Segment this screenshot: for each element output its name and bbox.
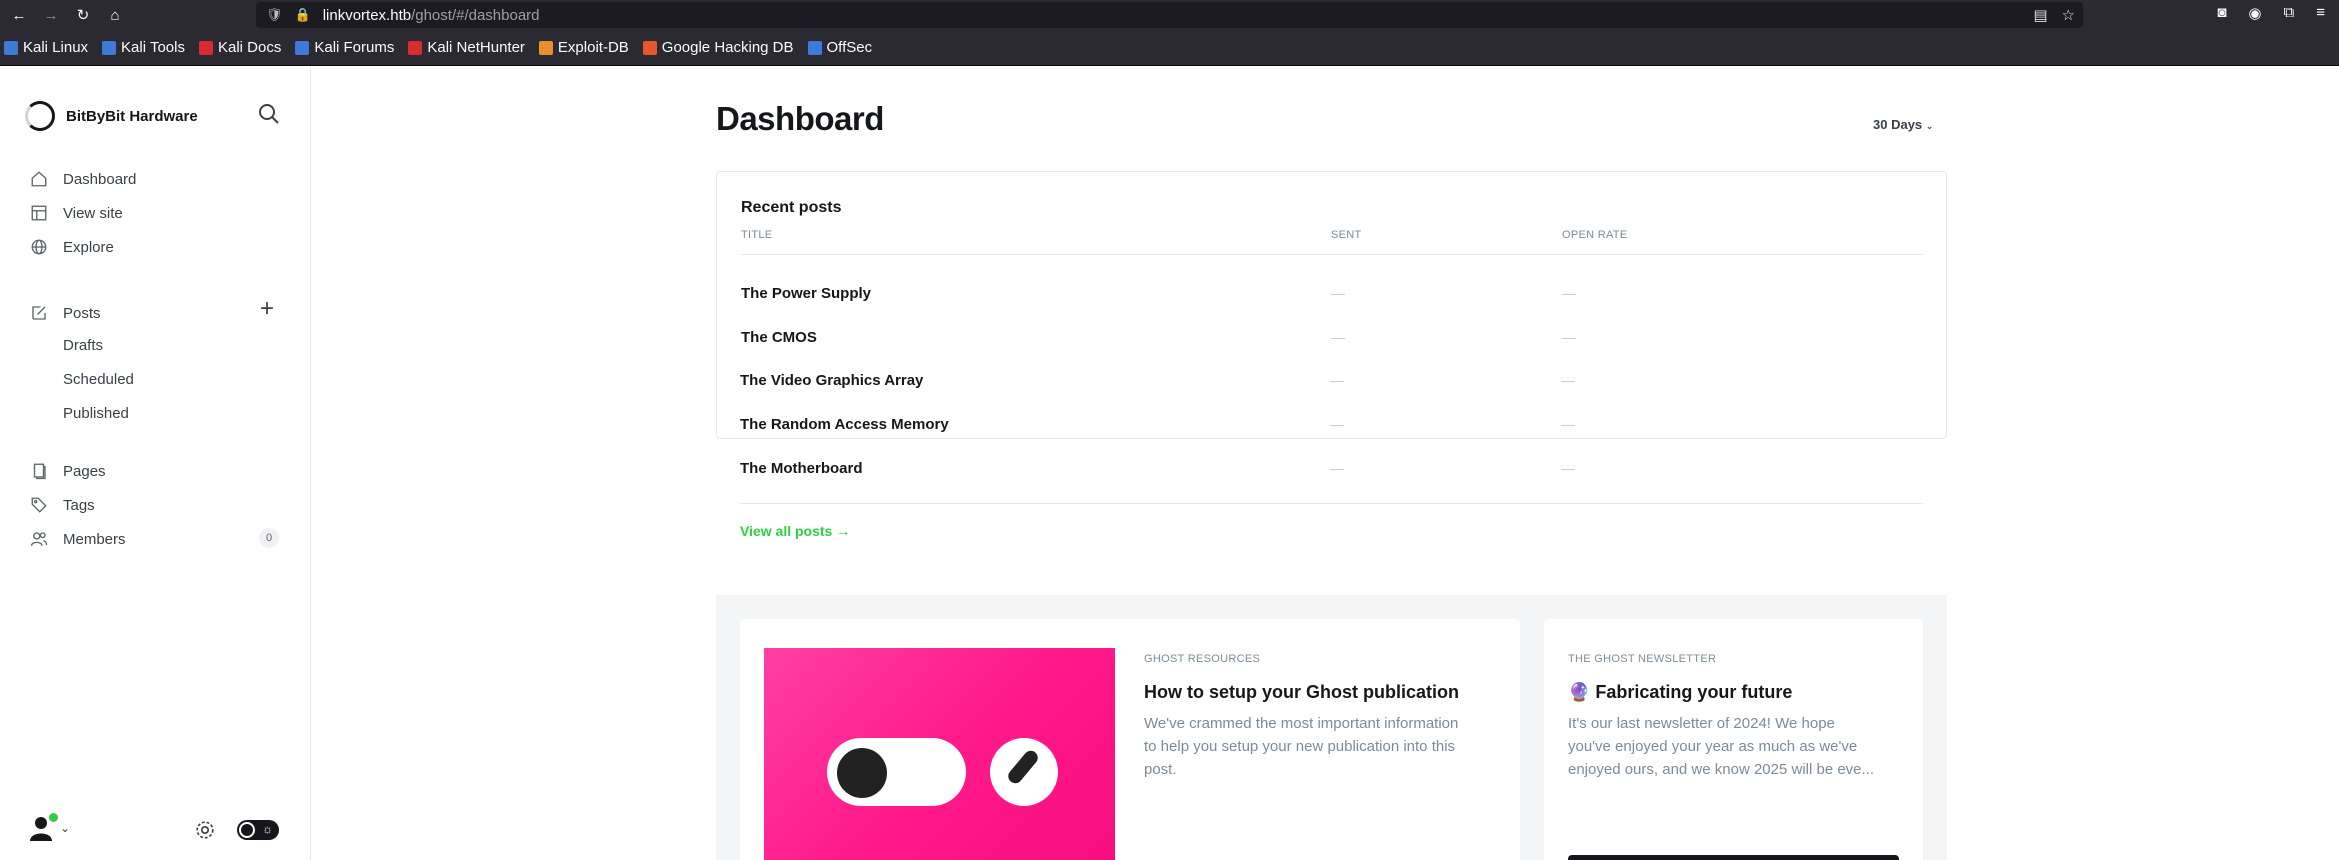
sidebar-item-pages[interactable]: Pages [30,459,106,483]
sent-value: — [1331,285,1345,301]
nethunter-icon [408,40,423,55]
sent-value: — [1331,329,1345,345]
sidebar-item-scheduled[interactable]: Scheduled [63,371,134,388]
sidebar-item-drafts[interactable]: Drafts [63,337,103,354]
sidebar-item-posts[interactable]: Posts [30,301,101,325]
tag-icon [30,496,48,514]
bookmark-kali-tools[interactable]: Kali Tools [102,39,185,56]
add-post-button[interactable]: + [260,297,274,321]
sidebar-item-view-site[interactable]: View site [30,201,123,225]
card-title: Recent posts [741,199,842,216]
resource-eyebrow: GHOST RESOURCES [1144,653,1261,665]
url-bar[interactable]: 🛡 🔒 linkvortex.htb/ghost/#/dashboard ▤ ☆ [256,2,2083,28]
pocket-icon[interactable]: ◙ [2217,4,2226,22]
bookmark-kali-linux[interactable]: Kali Linux [4,39,88,56]
sidebar-item-dashboard[interactable]: Dashboard [30,167,136,191]
newsletter-eyebrow: THE GHOST NEWSLETTER [1568,653,1717,665]
sidebar-item-tags[interactable]: Tags [30,493,95,517]
ghost-newsletter-card[interactable]: THE GHOST NEWSLETTER 🔮 Fabricating your … [1544,619,1923,860]
resource-description: We've crammed the most important informa… [1144,715,1459,778]
open-rate-value: — [1561,460,1575,476]
sidebar: BitByBit Hardware Dashboard View site Ex… [0,67,311,860]
bookmark-google-hacking-db[interactable]: Google Hacking DB [642,39,794,56]
members-icon [30,530,48,548]
newsletter-button[interactable] [1568,855,1899,860]
menu-icon[interactable]: ≡ [2316,4,2325,22]
pages-icon [30,462,48,480]
offsec-icon [807,40,822,55]
url-text: linkvortex.htb/ghost/#/dashboard [322,6,540,24]
table-row[interactable]: The Power Supply [741,285,871,302]
newsletter-description: It's our last newsletter of 2024! We hop… [1568,715,1875,778]
column-header-title: TITLE [741,229,773,241]
ghdb-icon [642,40,657,55]
lock-icon: 🔒 [294,7,311,22]
column-header-open-rate: OPEN RATE [1562,229,1628,241]
date-range-select[interactable]: 30 Days ⌄ [1873,117,1933,132]
sidebar-item-explore[interactable]: Explore [30,235,114,259]
bookmark-star-icon[interactable]: ☆ [2062,6,2075,24]
members-count-badge: 0 [259,528,279,548]
column-header-sent: SENT [1331,229,1362,241]
kali-icon [102,40,117,55]
page-title: Dashboard [716,100,884,137]
dial-illustration [990,738,1058,806]
view-all-posts-link[interactable]: View all posts → [740,523,850,539]
bookmarks-bar: Kali Linux Kali Tools Kali Docs Kali For… [0,30,2339,66]
resource-image [764,648,1115,860]
ghost-resources-card[interactable]: GHOST RESOURCES How to setup your Ghost … [740,619,1520,860]
forward-icon[interactable]: → [38,2,64,28]
bookmark-kali-nethunter[interactable]: Kali NetHunter [408,39,525,56]
forums-icon [295,40,310,55]
open-rate-value: — [1562,285,1576,301]
bookmark-kali-forums[interactable]: Kali Forums [295,39,394,56]
toggle-knob [239,822,255,838]
shield-icon: 🛡 [266,7,283,22]
kali-icon [4,40,18,55]
bookmark-kali-docs[interactable]: Kali Docs [198,39,281,56]
bookmark-offsec[interactable]: OffSec [807,39,872,56]
resource-title: How to setup your Ghost publication [1144,682,1459,702]
toggle-illustration [827,738,966,806]
sidebar-item-published[interactable]: Published [63,405,129,422]
site-header[interactable]: BitByBit Hardware [25,101,198,131]
avatar [28,813,58,841]
bookmark-exploit-db[interactable]: Exploit-DB [538,39,629,56]
layout-icon [30,204,48,222]
extensions-icon[interactable]: ⧉ [2284,4,2295,22]
sent-value: — [1330,460,1344,476]
reader-view-icon[interactable]: ▤ [2033,6,2047,24]
chevron-down-icon: ⌄ [1925,121,1934,131]
recent-posts-card: Recent posts TITLE SENT OPEN RATE The Po… [716,171,1947,439]
user-menu[interactable]: ⌄ [28,813,71,841]
open-rate-value: — [1562,329,1576,345]
table-row[interactable]: The Motherboard [740,460,863,477]
sidebar-item-members[interactable]: Members [30,527,126,551]
home-icon[interactable]: ⌂ [102,2,128,28]
back-icon[interactable]: ← [6,2,32,28]
home-icon [30,170,48,188]
docs-icon [198,40,213,55]
site-title: BitByBit Hardware [66,107,198,125]
dark-mode-toggle[interactable]: ☼ [237,820,279,840]
edit-icon [30,304,48,322]
table-row[interactable]: The CMOS [741,329,817,346]
divider [741,254,1924,255]
chevron-down-icon: ⌄ [60,821,71,835]
online-status-dot [49,813,58,822]
ghost-admin: BitByBit Hardware Dashboard View site Ex… [0,67,2339,860]
globe-icon [30,238,48,256]
resources-section: GHOST RESOURCES How to setup your Ghost … [716,595,1947,860]
site-logo-icon [25,101,55,131]
exploit-db-icon [538,40,553,55]
newsletter-title: 🔮 Fabricating your future [1568,682,1793,702]
sun-icon: ☼ [262,822,273,836]
account-icon[interactable]: ◉ [2248,4,2261,22]
search-icon[interactable] [257,102,281,126]
divider [740,503,1923,504]
gear-icon[interactable] [194,819,216,841]
reload-icon[interactable]: ↻ [70,2,96,28]
browser-toolbar: ← → ↻ ⌂ 🛡 🔒 linkvortex.htb/ghost/#/dashb… [0,0,2339,30]
